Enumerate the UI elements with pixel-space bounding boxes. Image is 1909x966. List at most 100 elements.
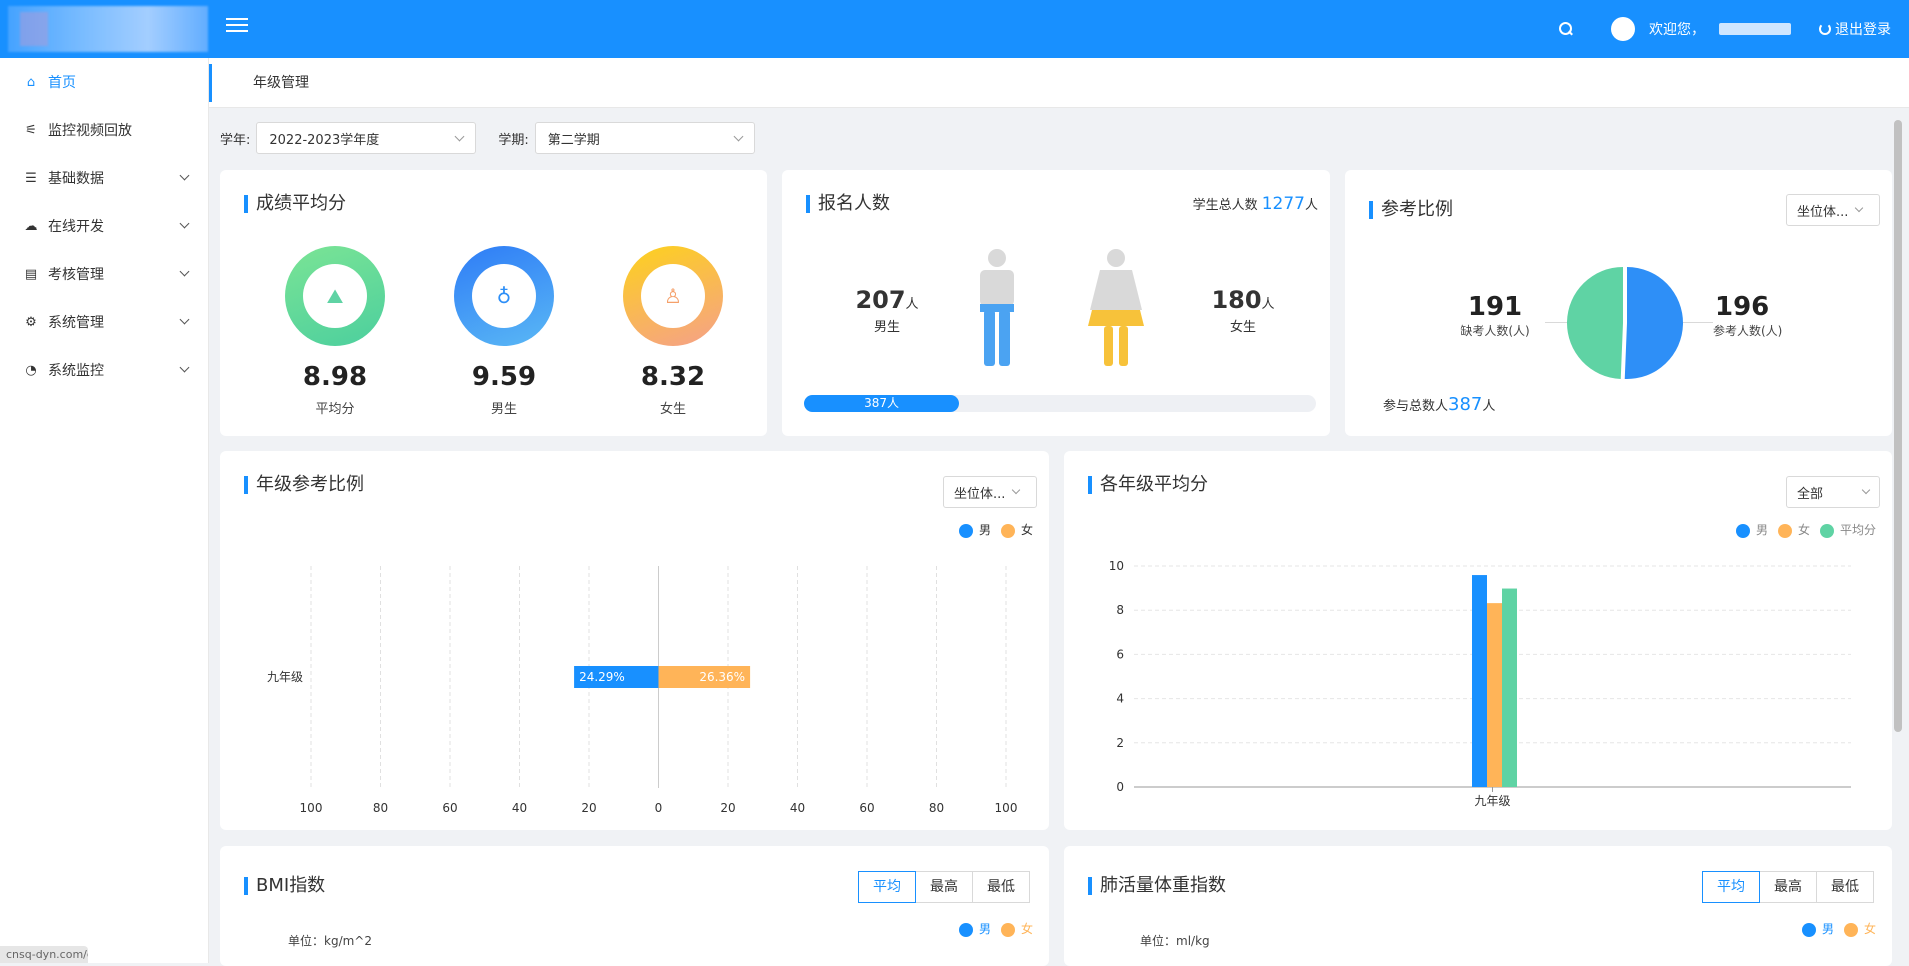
- chevron-down-icon: [179, 362, 190, 373]
- ratio-item-select-value: 坐位体...: [1797, 204, 1849, 220]
- signup-progress-fill: 387人: [804, 395, 960, 412]
- sidebar-item-5[interactable]: ⚙ 系统管理: [0, 298, 208, 346]
- legend-female[interactable]: 女: [1000, 920, 1033, 937]
- trophy-icon: ♁: [472, 264, 536, 328]
- score-avg-label: 平均分: [315, 402, 355, 417]
- x-tick-label: 80: [929, 801, 944, 815]
- sidebar-item-3[interactable]: ☁ 在线开发: [0, 202, 208, 250]
- signup-card-title: 报名人数: [806, 194, 890, 214]
- power-icon: [1819, 23, 1831, 35]
- legend-male[interactable]: 男: [1801, 920, 1834, 937]
- x-tick-label: 40: [790, 801, 805, 815]
- score-avg-donut: ⛰: [285, 246, 385, 346]
- ratio-item-select[interactable]: 坐位体...: [1786, 194, 1880, 226]
- present-count-value: 196: [1715, 292, 1770, 322]
- participant-total-value: 387: [1448, 394, 1483, 415]
- x-tick-label: 20: [581, 801, 596, 815]
- menu-toggle-icon[interactable]: [226, 14, 248, 38]
- term-select[interactable]: 第二学期: [534, 122, 755, 154]
- bmi-seg-max[interactable]: 最高: [915, 871, 973, 903]
- lung-segment-control: 平均 最高 最低: [1702, 871, 1874, 903]
- legend-female-label: 女: [1020, 922, 1033, 936]
- bmi-segment-control: 平均 最高 最低: [858, 871, 1030, 903]
- score-female-donut: ♙: [623, 246, 723, 346]
- search-icon[interactable]: [1559, 22, 1573, 36]
- x-tick-label: 40: [512, 801, 527, 815]
- dashboard-icon: ◔: [25, 362, 37, 378]
- bmi-card-title: BMI指数: [244, 876, 325, 896]
- female-count: 180人 女生: [1208, 286, 1278, 335]
- chevron-down-icon: [179, 314, 190, 325]
- year-select-value: 2022-2023学年度: [269, 132, 380, 148]
- sidebar-item-6[interactable]: ◔ 系统监控: [0, 346, 208, 394]
- ruler-icon: ⛰: [303, 264, 367, 328]
- logout-button[interactable]: 退出登录: [1819, 19, 1891, 39]
- ratio-card: 参考比例 坐位体... 191 缺考人数(人) 196 参考人数(人) 参与总数…: [1345, 170, 1892, 436]
- x-tick-label: 60: [859, 801, 874, 815]
- y-tick-label: 4: [1116, 692, 1124, 706]
- total-students-unit: 人: [1304, 198, 1318, 213]
- absent-count-label: 缺考人数(人): [1460, 324, 1530, 338]
- sidebar-item-label: 基础数据: [48, 171, 104, 187]
- chevron-down-icon: [1855, 203, 1864, 213]
- y-category-label: 九年级: [267, 670, 303, 684]
- chevron-down-icon: [733, 131, 744, 141]
- legend-female-label: 女: [1863, 922, 1876, 936]
- legend-female[interactable]: 女: [1843, 920, 1876, 937]
- sidebar-item-label: 系统监控: [48, 363, 104, 379]
- tab-grade-management[interactable]: 年级管理: [253, 58, 309, 108]
- y-tick-label: 0: [1116, 780, 1124, 794]
- bmi-seg-avg[interactable]: 平均: [858, 871, 916, 903]
- home-icon: ⌂: [26, 74, 36, 90]
- lung-legend: 男 女: [1801, 920, 1876, 937]
- logout-label: 退出登录: [1835, 22, 1891, 38]
- score-male-donut: ♁: [454, 246, 554, 346]
- chart-icon: ⚟: [25, 122, 37, 138]
- female-count-label: 女生: [1229, 320, 1256, 335]
- present-count: 196 参考人数(人): [1713, 292, 1813, 339]
- lung-seg-max[interactable]: 最高: [1759, 871, 1817, 903]
- sidebar-item-4[interactable]: ▤ 考核管理: [0, 250, 208, 298]
- score-card-title: 成绩平均分: [244, 194, 346, 214]
- score-card: 成绩平均分 ⛰ ♁ ♙ 8.98 9.59 8.32 平均分 男生 女生: [220, 170, 767, 436]
- y-tick-label: 6: [1116, 647, 1124, 661]
- lung-unit: 单位：ml/kg: [1140, 934, 1210, 948]
- page-scrollbar[interactable]: [1894, 120, 1902, 732]
- book-icon: ▤: [24, 266, 38, 282]
- chevron-down-icon: [454, 131, 465, 141]
- avatar[interactable]: [1611, 17, 1635, 41]
- lung-seg-avg[interactable]: 平均: [1702, 871, 1760, 903]
- cloud-icon: ☁: [24, 218, 38, 234]
- sidebar-item-0[interactable]: ⌂ 首页: [0, 58, 208, 106]
- sidebar-item-1[interactable]: ⚟ 监控视频回放: [0, 106, 208, 154]
- signup-card: 报名人数 学生总人数 1277人 207人 男生 180人 女生 387人: [782, 170, 1330, 436]
- x-category-label: 九年级: [1474, 794, 1510, 808]
- total-students: 学生总人数 1277人: [1193, 194, 1318, 214]
- x-tick-label: 80: [373, 801, 388, 815]
- legend-male-label: 男: [978, 922, 991, 936]
- bar-female: [1487, 603, 1502, 787]
- male-count-value: 207: [855, 286, 906, 314]
- y-tick-label: 8: [1116, 603, 1124, 617]
- male-figure-icon: [980, 249, 1014, 366]
- score-female-value: 8.32: [640, 362, 706, 392]
- lung-seg-min[interactable]: 最低: [1816, 871, 1874, 903]
- ratio-pie-chart: [1567, 267, 1683, 379]
- participant-total-label: 参与总数人: [1383, 399, 1449, 414]
- sidebar-item-2[interactable]: ☰ 基础数据: [0, 154, 208, 202]
- bar-label-female: 26.36%: [699, 670, 745, 684]
- tab-bar: 年级管理: [209, 58, 1909, 108]
- bmi-seg-min[interactable]: 最低: [972, 871, 1030, 903]
- bar-average: [1502, 588, 1517, 787]
- top-bar: 欢迎您， 退出登录: [0, 0, 1909, 58]
- sidebar-item-label: 考核管理: [48, 267, 104, 283]
- bar-male: [1472, 575, 1487, 787]
- year-select[interactable]: 2022-2023学年度: [256, 122, 477, 154]
- year-label: 学年:: [220, 132, 251, 148]
- legend-male[interactable]: 男: [958, 920, 991, 937]
- y-tick-label: 10: [1109, 559, 1124, 573]
- grade-ratio-bar-chart: 100 80 60 40 20 0 20 40 60 80 100 九年级 24.29% 26.36%: [267, 566, 1017, 815]
- ratio-card-title: 参考比例: [1369, 200, 1453, 220]
- female-count-unit: 人: [1261, 297, 1275, 312]
- total-students-value: 1277: [1261, 194, 1305, 214]
